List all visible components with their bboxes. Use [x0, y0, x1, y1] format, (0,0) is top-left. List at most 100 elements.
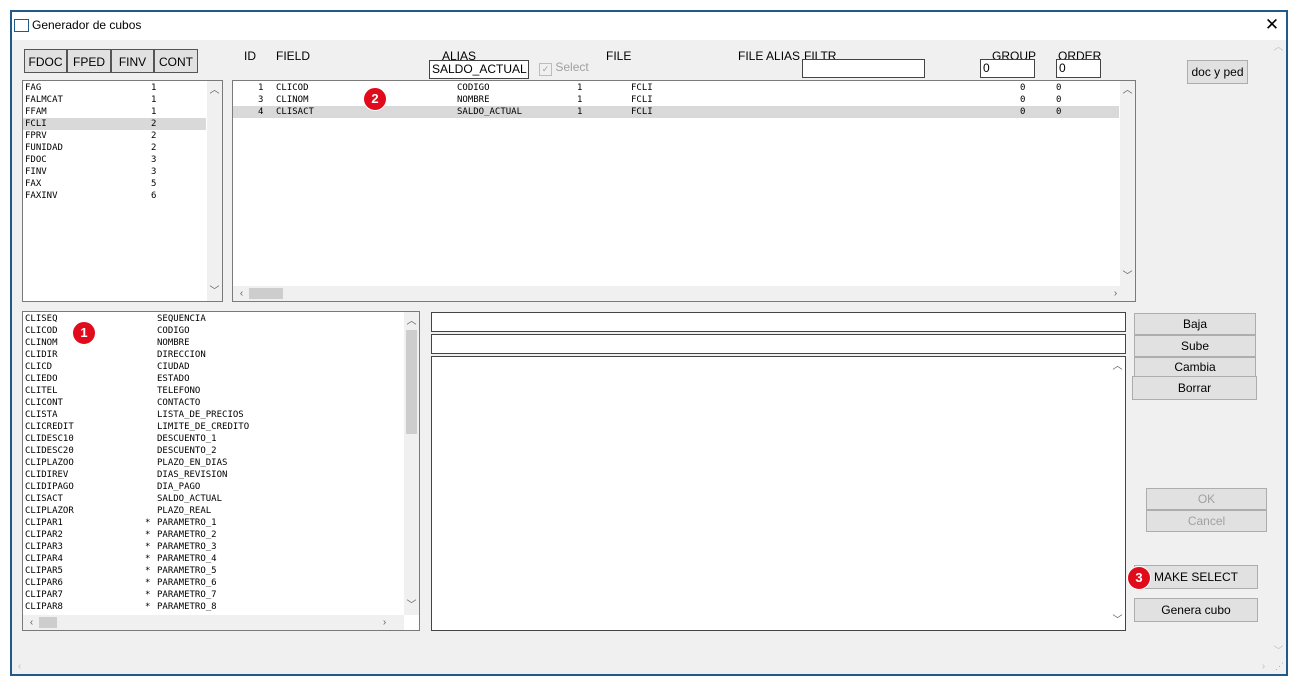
- selected-fields-vscrollbar[interactable]: ︿ ﹀: [1120, 81, 1135, 286]
- sube-button[interactable]: Sube: [1134, 335, 1256, 357]
- files-list[interactable]: FAG 1 FALMCAT 1 FFAM 1 FCLI 2 FPRV 2 FUNIDAD 2 FDOC 3…: [22, 80, 223, 302]
- ok-button[interactable]: OK: [1146, 488, 1267, 510]
- chevron-left-icon[interactable]: ‹: [234, 286, 249, 301]
- list-item[interactable]: CLISTA LISTA_DE_PRECIOS: [23, 409, 403, 421]
- tab-finv[interactable]: FINV: [111, 49, 154, 73]
- close-button[interactable]: ✕: [1258, 12, 1286, 38]
- list-item[interactable]: CLISACT SALDO_ACTUAL: [23, 493, 403, 505]
- field-desc: CODIGO: [157, 326, 190, 336]
- field-desc: TELEFONO: [157, 386, 201, 396]
- tab-fped[interactable]: FPED: [67, 49, 111, 73]
- field-desc: DIRECCION: [157, 350, 206, 360]
- field-desc: DIA_PAGO: [157, 482, 201, 492]
- file-count: 1: [151, 95, 157, 105]
- chevron-up-icon[interactable]: ︿: [1271, 40, 1286, 55]
- filtr-input[interactable]: [802, 59, 925, 78]
- list-item[interactable]: FAXINV 6: [23, 190, 206, 202]
- list-item[interactable]: CLICONT CONTACTO: [23, 397, 403, 409]
- files-list-scrollbar[interactable]: ︿ ﹀: [207, 81, 222, 301]
- selected-fields-hscrollbar[interactable]: ‹ ›: [233, 286, 1135, 301]
- borrar-button[interactable]: Borrar: [1132, 376, 1257, 400]
- list-item[interactable]: FCLI 2: [23, 118, 206, 130]
- list-item[interactable]: FDOC 3: [23, 154, 206, 166]
- list-item[interactable]: CLIDESC20 DESCUENTO_2: [23, 445, 403, 457]
- list-item[interactable]: FAX 5: [23, 178, 206, 190]
- window-vscrollbar[interactable]: ︿ ﹀: [1271, 40, 1286, 659]
- tab-cont[interactable]: CONT: [154, 49, 198, 73]
- cambia-button[interactable]: Cambia: [1134, 357, 1256, 377]
- doc-y-ped-button[interactable]: doc y ped: [1187, 60, 1248, 84]
- expression-vscrollbar[interactable]: ︿ ﹀: [1110, 357, 1125, 630]
- list-item[interactable]: CLIPAR7 * PARAMETRO_7: [23, 589, 403, 601]
- list-item[interactable]: CLIDIREV DIAS_REVISION: [23, 469, 403, 481]
- scroll-thumb[interactable]: [39, 617, 57, 628]
- chevron-left-icon[interactable]: ‹: [12, 659, 27, 674]
- chevron-down-icon[interactable]: ﹀: [404, 598, 419, 613]
- order-input[interactable]: 0: [1056, 59, 1101, 78]
- expression-input-2[interactable]: [431, 334, 1126, 354]
- list-item[interactable]: FALMCAT 1: [23, 94, 206, 106]
- list-item[interactable]: FAG 1: [23, 82, 206, 94]
- list-item[interactable]: FUNIDAD 2: [23, 142, 206, 154]
- list-item[interactable]: FFAM 1: [23, 106, 206, 118]
- selected-fields-list[interactable]: 1 CLICOD CODIGO 1 FCLI 0 0 3 CLINOM NOMBRE 1 FCLI 0 0…: [232, 80, 1136, 302]
- header-field: FIELD: [276, 49, 311, 63]
- scroll-thumb[interactable]: [249, 288, 283, 299]
- list-item[interactable]: CLIDIR DIRECCION: [23, 349, 403, 361]
- alias-input[interactable]: SALDO_ACTUAL: [429, 60, 529, 79]
- chevron-left-icon[interactable]: ‹: [24, 615, 39, 630]
- chevron-up-icon[interactable]: ︿: [404, 314, 419, 329]
- resize-grip-icon[interactable]: ⋰: [1275, 661, 1284, 672]
- expression-textarea[interactable]: ︿ ﹀: [431, 356, 1126, 631]
- baja-button[interactable]: Baja: [1134, 313, 1256, 335]
- field-desc: PARAMETRO_6: [157, 578, 217, 588]
- cell-file: 1: [577, 83, 583, 93]
- group-input[interactable]: 0: [980, 59, 1035, 78]
- chevron-down-icon[interactable]: ﹀: [1120, 269, 1135, 284]
- list-item[interactable]: CLIPLAZOO PLAZO_EN_DIAS: [23, 457, 403, 469]
- list-item[interactable]: CLICD CIUDAD: [23, 361, 403, 373]
- available-fields-vscrollbar[interactable]: ︿ ﹀: [404, 312, 419, 615]
- chevron-right-icon[interactable]: ›: [377, 615, 392, 630]
- chevron-up-icon[interactable]: ︿: [207, 83, 222, 98]
- list-item[interactable]: FPRV 2: [23, 130, 206, 142]
- list-item[interactable]: CLIPAR2 * PARAMETRO_2: [23, 529, 403, 541]
- list-item[interactable]: CLICREDIT LIMITE_DE_CREDITO: [23, 421, 403, 433]
- chevron-up-icon[interactable]: ︿: [1120, 83, 1135, 98]
- chevron-right-icon[interactable]: ›: [1256, 659, 1271, 674]
- field-code: CLIPAR3: [25, 542, 63, 552]
- list-item[interactable]: CLIEDO ESTADO: [23, 373, 403, 385]
- list-item[interactable]: CLITEL TELEFONO: [23, 385, 403, 397]
- file-name: FFAM: [25, 107, 47, 117]
- chevron-right-icon[interactable]: ›: [1108, 286, 1123, 301]
- scroll-thumb[interactable]: [406, 330, 417, 434]
- list-item[interactable]: CLIPAR6 * PARAMETRO_6: [23, 577, 403, 589]
- tab-fdoc[interactable]: FDOC: [24, 49, 67, 73]
- list-item[interactable]: CLIPAR5 * PARAMETRO_5: [23, 565, 403, 577]
- cell-field: CLISACT: [276, 107, 314, 117]
- list-item[interactable]: FINV 3: [23, 166, 206, 178]
- list-item[interactable]: CLIDESC10 DESCUENTO_1: [23, 433, 403, 445]
- list-item[interactable]: CLIPAR4 * PARAMETRO_4: [23, 553, 403, 565]
- chevron-down-icon[interactable]: ﹀: [1110, 613, 1125, 628]
- make-select-button[interactable]: MAKE SELECT: [1134, 565, 1258, 589]
- select-checkbox[interactable]: ✓ Select: [539, 59, 589, 76]
- chevron-down-icon[interactable]: ﹀: [207, 284, 222, 299]
- chevron-up-icon[interactable]: ︿: [1110, 359, 1125, 374]
- list-item[interactable]: CLIPAR3 * PARAMETRO_3: [23, 541, 403, 553]
- list-item[interactable]: CLIPAR1 * PARAMETRO_1: [23, 517, 403, 529]
- available-fields-list[interactable]: CLISEQ SEQUENCIA CLICOD CODIGO CLINOM NOMBRE C…: [22, 311, 420, 631]
- list-item[interactable]: CLIPLAZOR PLAZO_REAL: [23, 505, 403, 517]
- file-count: 5: [151, 179, 157, 189]
- expression-input-1[interactable]: [431, 312, 1126, 332]
- file-name: FUNIDAD: [25, 143, 63, 153]
- genera-cubo-button[interactable]: Genera cubo: [1134, 598, 1258, 622]
- list-item[interactable]: CLIDIPAGO DIA_PAGO: [23, 481, 403, 493]
- list-item[interactable]: CLIPAR8 * PARAMETRO_8: [23, 601, 403, 613]
- window-hscrollbar[interactable]: ‹ ›: [12, 659, 1271, 674]
- field-code: CLIDIREV: [25, 470, 69, 480]
- header-file-alias: FILE ALIAS: [738, 49, 801, 63]
- chevron-down-icon[interactable]: ﹀: [1271, 644, 1286, 659]
- available-fields-hscrollbar[interactable]: ‹ ›: [23, 615, 404, 630]
- cancel-button[interactable]: Cancel: [1146, 510, 1267, 532]
